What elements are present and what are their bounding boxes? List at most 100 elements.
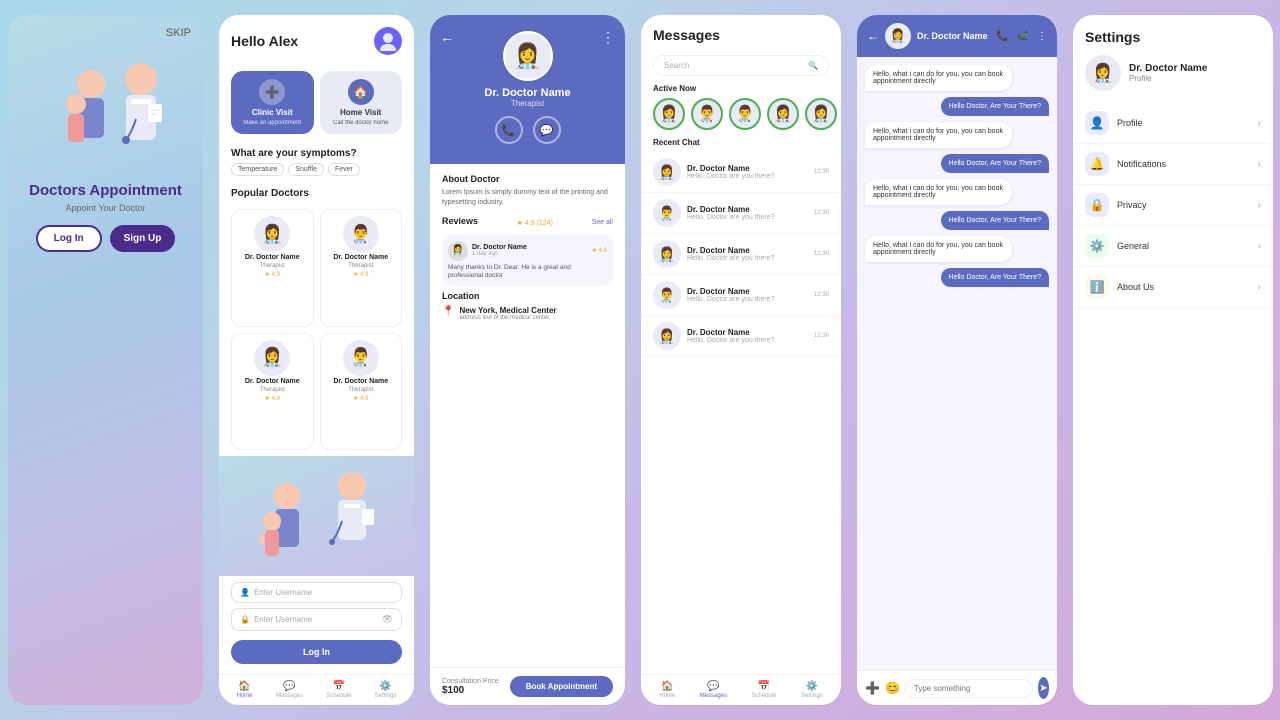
user-avatar[interactable] [374, 27, 402, 55]
profile-chevron-icon: › [1258, 118, 1261, 129]
chat-back-button[interactable]: ← [867, 29, 879, 43]
doctor-spec-4: Therapist [348, 387, 373, 393]
chat-header: ← 👩‍⚕️ Dr. Doctor Name 📞 📹 ⋮ [857, 15, 1057, 57]
active-user-4[interactable]: 👩‍⚕️ [767, 98, 799, 130]
price-value: $100 [442, 685, 499, 696]
search-bar[interactable]: Search 🔍 [653, 55, 829, 76]
price-label: Consultation Price [442, 678, 499, 685]
settings-menu-profile[interactable]: 👤 Profile › [1073, 103, 1273, 144]
doctor-spec-3: Therapist [260, 387, 285, 393]
home-title: Home Visit [340, 108, 381, 117]
doctor-card-2[interactable]: 👨‍⚕️ Dr. Doctor Name Therapist ★ 4.9 [320, 209, 403, 327]
chat-item-4[interactable]: 👨‍⚕️ Dr. Doctor Name Hello, Doctor are y… [641, 275, 841, 316]
doctor-detail-header: ← ⋮ 👩‍⚕️ Dr. Doctor Name Therapist 📞 💬 [430, 15, 625, 164]
panel-chat: ← 👩‍⚕️ Dr. Doctor Name 📞 📹 ⋮ Hello, what… [857, 15, 1057, 705]
review-time-1: 1 day ago [472, 251, 527, 257]
symptom-fever[interactable]: Fever [328, 163, 360, 176]
dashboard-login-button[interactable]: Log In [231, 640, 402, 664]
login-form: 👤 Enter Username 🔒 Enter Username 👁 Log … [219, 576, 414, 674]
see-all-link[interactable]: See all [592, 219, 613, 226]
panel-doctor-detail: ← ⋮ 👩‍⚕️ Dr. Doctor Name Therapist 📞 💬 A… [430, 15, 625, 705]
chat-item-5[interactable]: 👩‍⚕️ Dr. Doctor Name Hello, Doctor are y… [641, 316, 841, 357]
settings-menu-general[interactable]: ⚙️ General › [1073, 226, 1273, 267]
password-placeholder[interactable]: Enter Username [254, 615, 378, 624]
msg-nav-schedule[interactable]: 📅 Schedule [752, 681, 777, 699]
nav-home-label: Home [237, 693, 253, 699]
doctor-rating-3: ★ 4.9 [265, 395, 280, 402]
messages-nav-icon: 💬 [283, 681, 295, 692]
nav-schedule[interactable]: 📅 Schedule [326, 681, 351, 699]
send-button[interactable]: ➤ [1038, 677, 1049, 699]
doctor-name-2: Dr. Doctor Name [333, 254, 388, 261]
chat-phone-icon[interactable]: 📞 [996, 31, 1008, 42]
nav-home[interactable]: 🏠 Home [237, 681, 253, 699]
chat-more-icon[interactable]: ⋮ [1037, 31, 1047, 42]
msg-nav-settings[interactable]: ⚙️ Settings [801, 681, 823, 699]
active-user-3[interactable]: 👨‍⚕️ [729, 98, 761, 130]
review-text-1: Many thanks to Dr. Dear. He is a great a… [448, 264, 607, 281]
chat-info-3: Dr. Doctor Name Hello, Doctor are you th… [687, 246, 808, 262]
nav-schedule-label: Schedule [326, 693, 351, 699]
add-icon[interactable]: ➕ [865, 681, 880, 695]
chat-item-3[interactable]: 👩‍⚕️ Dr. Doctor Name Hello, Doctor are y… [641, 234, 841, 275]
chat-item-2[interactable]: 👨‍⚕️ Dr. Doctor Name Hello, Doctor are y… [641, 193, 841, 234]
symptom-snuffle[interactable]: Snuffle [288, 163, 324, 176]
settings-avatar: 👩‍⚕️ [1085, 55, 1121, 91]
active-user-5[interactable]: 👩‍⚕️ [805, 98, 837, 130]
home-visit-card[interactable]: 🏠 Home Visit Call the doctor home [320, 71, 403, 134]
chat-msg-1: Hello, Doctor are you there? [687, 173, 808, 180]
msg-received-2: Hello, what i can do for you, you can bo… [865, 122, 1012, 148]
msg-nav-messages[interactable]: 💬 Messages [700, 681, 727, 699]
location-name: New York, Medical Center [459, 306, 556, 315]
chat-item-1[interactable]: 👩‍⚕️ Dr. Doctor Name Hello, Doctor are y… [641, 152, 841, 193]
settings-menu-notifications[interactable]: 🔔 Notifications › [1073, 144, 1273, 185]
symptom-temperature[interactable]: Temperature [231, 163, 284, 176]
doctor-actions: 📞 💬 [495, 116, 561, 144]
chat-name-2: Dr. Doctor Name [687, 205, 808, 214]
doctor-detail-avatar: 👩‍⚕️ [503, 31, 553, 81]
message-button[interactable]: 💬 [533, 116, 561, 144]
msg-messages-label: Messages [700, 693, 727, 699]
nav-settings[interactable]: ⚙️ Settings [375, 681, 397, 699]
chat-video-icon[interactable]: 📹 [1017, 31, 1029, 42]
doctor-card-1[interactable]: 👩‍⚕️ Dr. Doctor Name Therapist ★ 4.9 [231, 209, 314, 327]
active-user-1[interactable]: 👩‍⚕️ [653, 98, 685, 130]
privacy-chevron-icon: › [1258, 200, 1261, 211]
panel-messages: Messages Search 🔍 Active Now 👩‍⚕️ 👨‍⚕️ 👨… [641, 15, 841, 705]
emoji-icon[interactable]: 😊 [885, 681, 900, 695]
clinic-visit-card[interactable]: ➕ Clinic Visit Make an appointment [231, 71, 314, 134]
login-button[interactable]: Log In [36, 225, 102, 252]
chat-input[interactable] [905, 679, 1033, 698]
doctor-rating-1: ★ 4.9 [265, 271, 280, 278]
more-button[interactable]: ⋮ [601, 29, 615, 46]
chat-info-1: Dr. Doctor Name Hello, Doctor are you th… [687, 164, 808, 180]
msg-sent-1: Hello Doctor, Are Your There? [941, 97, 1049, 116]
username-placeholder[interactable]: Enter Username [254, 588, 312, 597]
back-button[interactable]: ← [440, 29, 454, 45]
doctor-card-3[interactable]: 👩‍⚕️ Dr. Doctor Name Therapist ★ 4.9 [231, 333, 314, 451]
chat-list: 👩‍⚕️ Dr. Doctor Name Hello, Doctor are y… [641, 152, 841, 674]
settings-menu-about[interactable]: ℹ️ About Us › [1073, 267, 1273, 308]
location-label: Location [442, 291, 613, 301]
nav-messages[interactable]: 💬 Messages [276, 681, 303, 699]
call-button[interactable]: 📞 [495, 116, 523, 144]
msg-nav-home[interactable]: 🏠 Home [659, 681, 675, 699]
chat-avatar-4: 👨‍⚕️ [653, 281, 681, 309]
profile-menu-label: Profile [1117, 118, 1258, 128]
skip-button[interactable]: SKIP [166, 27, 191, 39]
chat-name-4: Dr. Doctor Name [687, 287, 808, 296]
price-info: Consultation Price $100 [442, 678, 499, 696]
messages-bottom-nav: 🏠 Home 💬 Messages 📅 Schedule ⚙️ Settings [641, 674, 841, 705]
active-user-2[interactable]: 👨‍⚕️ [691, 98, 723, 130]
location-info: 📍 New York, Medical Center address line … [442, 306, 613, 321]
doctor-name-1: Dr. Doctor Name [245, 254, 300, 261]
msg-received-4: Hello, what i can do for you, you can bo… [865, 236, 1012, 262]
doctor-spec-2: Therapist [348, 263, 373, 269]
book-appointment-button[interactable]: Book Appointment [510, 676, 613, 697]
doctor-card-4[interactable]: 👨‍⚕️ Dr. Doctor Name Therapist ★ 4.9 [320, 333, 403, 451]
signup-button[interactable]: Sign Up [110, 225, 176, 252]
settings-menu-privacy[interactable]: 🔒 Privacy › [1073, 185, 1273, 226]
splash-illustration [36, 49, 176, 169]
search-placeholder: Search [664, 61, 689, 70]
nav-messages-label: Messages [276, 693, 303, 699]
